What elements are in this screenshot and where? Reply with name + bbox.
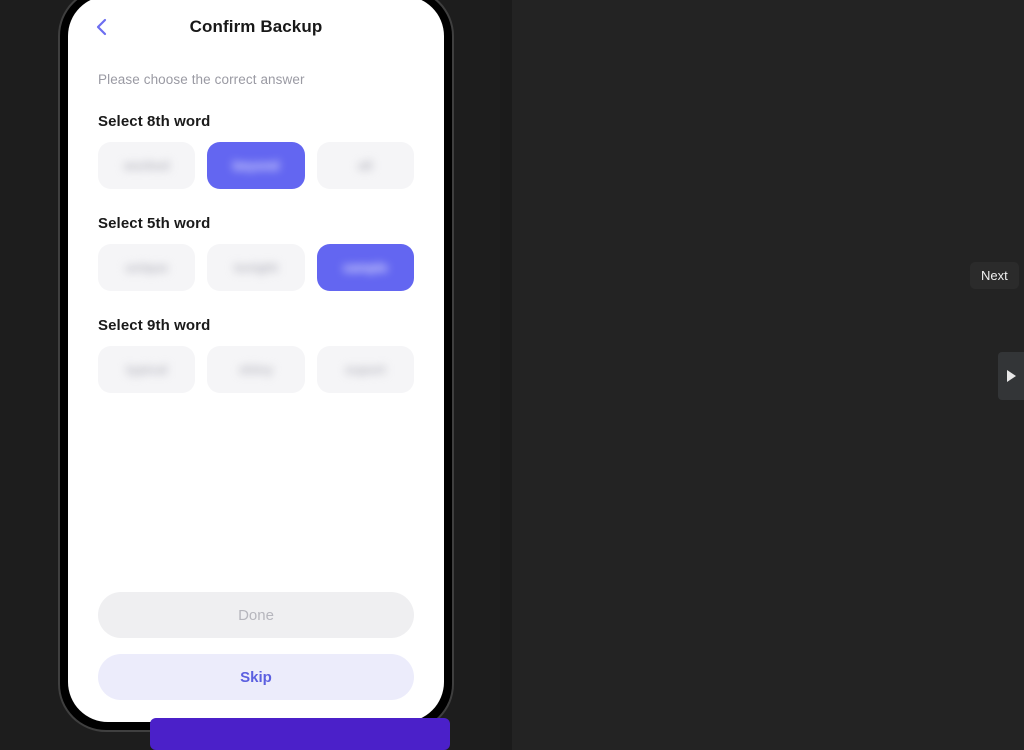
word-option-label: all	[358, 158, 373, 173]
word-options-row-2: unique tonight sample	[98, 244, 414, 291]
next-tooltip: Next	[970, 262, 1019, 289]
word-option[interactable]: unique	[98, 244, 196, 291]
word-options-row-1: worked beyond all	[98, 142, 414, 189]
word-option[interactable]: tonight	[207, 244, 305, 291]
play-triangle-icon	[1006, 370, 1016, 382]
word-option[interactable]: all	[316, 142, 414, 189]
left-content: Please choose the correct answer Select …	[68, 72, 444, 393]
skip-button[interactable]: Skip	[98, 654, 414, 700]
left-phone-frame: Confirm Backup Please choose the correct…	[60, 0, 452, 730]
word-option-label: unique	[125, 260, 168, 275]
done-button[interactable]: Done	[98, 592, 414, 638]
left-bottom-actions: Done Skip	[98, 592, 414, 700]
screenshot-root: Confirm Backup Please choose the correct…	[0, 0, 1024, 750]
word-option[interactable]: worked	[98, 142, 196, 189]
word-option-label: suport	[345, 362, 386, 377]
right-preview-panel: Create a new wallet Done Created Meme Co…	[512, 0, 1024, 750]
word-option-selected[interactable]: beyond	[207, 142, 305, 189]
instruction-text: Please choose the correct answer	[98, 72, 305, 87]
word-option-selected[interactable]: sample	[316, 244, 414, 291]
question-title-2: Select 5th word	[98, 215, 211, 232]
word-option[interactable]: shiny	[207, 346, 305, 393]
word-option-label: worked	[123, 158, 170, 173]
left-navbar: Confirm Backup	[68, 0, 444, 58]
question-title-3: Select 9th word	[98, 317, 211, 334]
chevron-left-icon	[96, 18, 107, 36]
word-option-label: beyond	[232, 158, 280, 173]
word-options-row-3: typical shiny suport	[98, 346, 414, 393]
next-navigation-button[interactable]	[998, 352, 1024, 400]
page-title: Confirm Backup	[189, 17, 323, 36]
word-option-label: tonight	[233, 260, 279, 275]
word-option-label: sample	[342, 260, 388, 275]
word-option[interactable]: typical	[98, 346, 196, 393]
word-option-label: shiny	[239, 362, 273, 377]
left-preview-panel: Confirm Backup Please choose the correct…	[0, 0, 500, 750]
back-button[interactable]	[90, 15, 114, 39]
question-title-1: Select 8th word	[98, 113, 211, 130]
word-option-label: typical	[126, 362, 168, 377]
purple-accent-sliver	[150, 718, 450, 750]
left-phone-screen: Confirm Backup Please choose the correct…	[68, 0, 444, 722]
word-option[interactable]: suport	[316, 346, 414, 393]
